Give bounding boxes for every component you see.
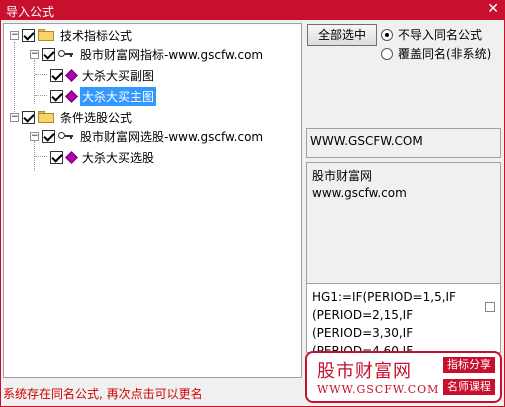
radio-label: 覆盖同名(非系统) bbox=[398, 47, 492, 61]
formula-icon bbox=[66, 91, 76, 101]
brand-watermark-logo: 股市财富网 WWW.GSCFW.COM 指标分享 名师课程 bbox=[305, 351, 502, 403]
formula-tree[interactable]: − 技术指标公式 − 股市财富网指标-www.gscfw.com 大杀大买副图 … bbox=[3, 23, 302, 378]
key-icon bbox=[58, 131, 74, 141]
tree-node-label: 股市财富网选股-www.gscfw.com bbox=[80, 129, 264, 144]
tree-node-checkbox[interactable] bbox=[22, 28, 35, 42]
tree-node-checkbox[interactable] bbox=[22, 110, 35, 124]
tree-node-label: 条件选股公式 bbox=[60, 110, 133, 125]
tree-node-folder[interactable]: − 条件选股公式 bbox=[10, 108, 134, 126]
code-line: (PERIOD=2,15,IF bbox=[312, 308, 414, 322]
window-title: 导入公式 bbox=[6, 5, 55, 19]
import-formula-dialog: − 技术指标公式 − 股市财富网指标-www.gscfw.com 大杀大买副图 … bbox=[0, 20, 505, 407]
logo-tag: 指标分享 bbox=[443, 357, 495, 373]
formula-icon bbox=[66, 70, 76, 80]
formula-code-preview[interactable]: HG1:=IF(PERIOD=1,5,IF (PERIOD=2,15,IF (P… bbox=[306, 283, 501, 353]
radio-skip-duplicates[interactable]: 不导入同名公式 bbox=[381, 26, 482, 43]
tree-node-checkbox[interactable] bbox=[50, 68, 63, 82]
status-message: 系统存在同名公式, 再次点击可以更名 bbox=[3, 387, 203, 401]
description-line: www.gscfw.com bbox=[312, 186, 407, 200]
radio-indicator[interactable] bbox=[381, 47, 393, 60]
tree-node-label: 大杀大买副图 bbox=[82, 68, 155, 83]
radio-label: 不导入同名公式 bbox=[398, 28, 483, 42]
tree-node-group[interactable]: − 股市财富网选股-www.gscfw.com bbox=[30, 127, 265, 145]
title-bar: 导入公式 ✕ bbox=[0, 0, 505, 20]
formula-source-field: WWW.GSCFW.COM bbox=[306, 128, 501, 158]
tree-node-checkbox[interactable] bbox=[50, 89, 63, 103]
tree-node-label: 大杀大买选股 bbox=[82, 150, 155, 165]
formula-description: 股市财富网 www.gscfw.com bbox=[306, 162, 501, 295]
collapse-icon[interactable]: − bbox=[30, 131, 39, 141]
tree-node-label: 技术指标公式 bbox=[60, 28, 133, 43]
close-icon[interactable]: ✕ bbox=[487, 1, 499, 17]
tree-node-label: 股市财富网指标-www.gscfw.com bbox=[80, 47, 264, 62]
formula-icon bbox=[66, 152, 76, 162]
folder-icon bbox=[38, 111, 54, 123]
tree-node-formula[interactable]: 大杀大买副图 bbox=[35, 66, 156, 84]
collapse-icon[interactable]: − bbox=[10, 30, 19, 40]
tree-node-checkbox[interactable] bbox=[50, 150, 63, 164]
tree-node-formula[interactable]: 大杀大买选股 bbox=[35, 148, 156, 166]
logo-site: WWW.GSCFW.COM bbox=[317, 383, 440, 396]
tree-node-label: 大杀大买主图 bbox=[80, 86, 157, 106]
tree-node-checkbox[interactable] bbox=[42, 129, 55, 143]
collapse-icon[interactable]: − bbox=[30, 49, 39, 59]
tree-guide-line bbox=[34, 60, 35, 104]
code-scroll-checkbox[interactable] bbox=[485, 302, 495, 312]
key-icon bbox=[58, 49, 74, 59]
code-line: HG1:=IF(PERIOD=1,5,IF bbox=[312, 290, 456, 304]
description-line: 股市财富网 bbox=[312, 169, 373, 183]
tree-node-formula[interactable]: 大杀大买主图 bbox=[35, 86, 157, 106]
radio-indicator[interactable] bbox=[381, 28, 393, 41]
logo-tag: 名师课程 bbox=[443, 379, 495, 395]
radio-overwrite-duplicates[interactable]: 覆盖同名(非系统) bbox=[381, 45, 491, 62]
tree-node-checkbox[interactable] bbox=[42, 47, 55, 61]
collapse-icon[interactable]: − bbox=[10, 112, 19, 122]
folder-icon bbox=[38, 29, 54, 41]
tree-node-group[interactable]: − 股市财富网指标-www.gscfw.com bbox=[30, 45, 265, 63]
logo-name: 股市财富网 bbox=[317, 361, 412, 382]
tree-node-folder[interactable]: − 技术指标公式 bbox=[10, 26, 134, 44]
code-line: (PERIOD=3,30,IF bbox=[312, 326, 414, 340]
select-all-button[interactable]: 全部选中 bbox=[307, 24, 377, 46]
